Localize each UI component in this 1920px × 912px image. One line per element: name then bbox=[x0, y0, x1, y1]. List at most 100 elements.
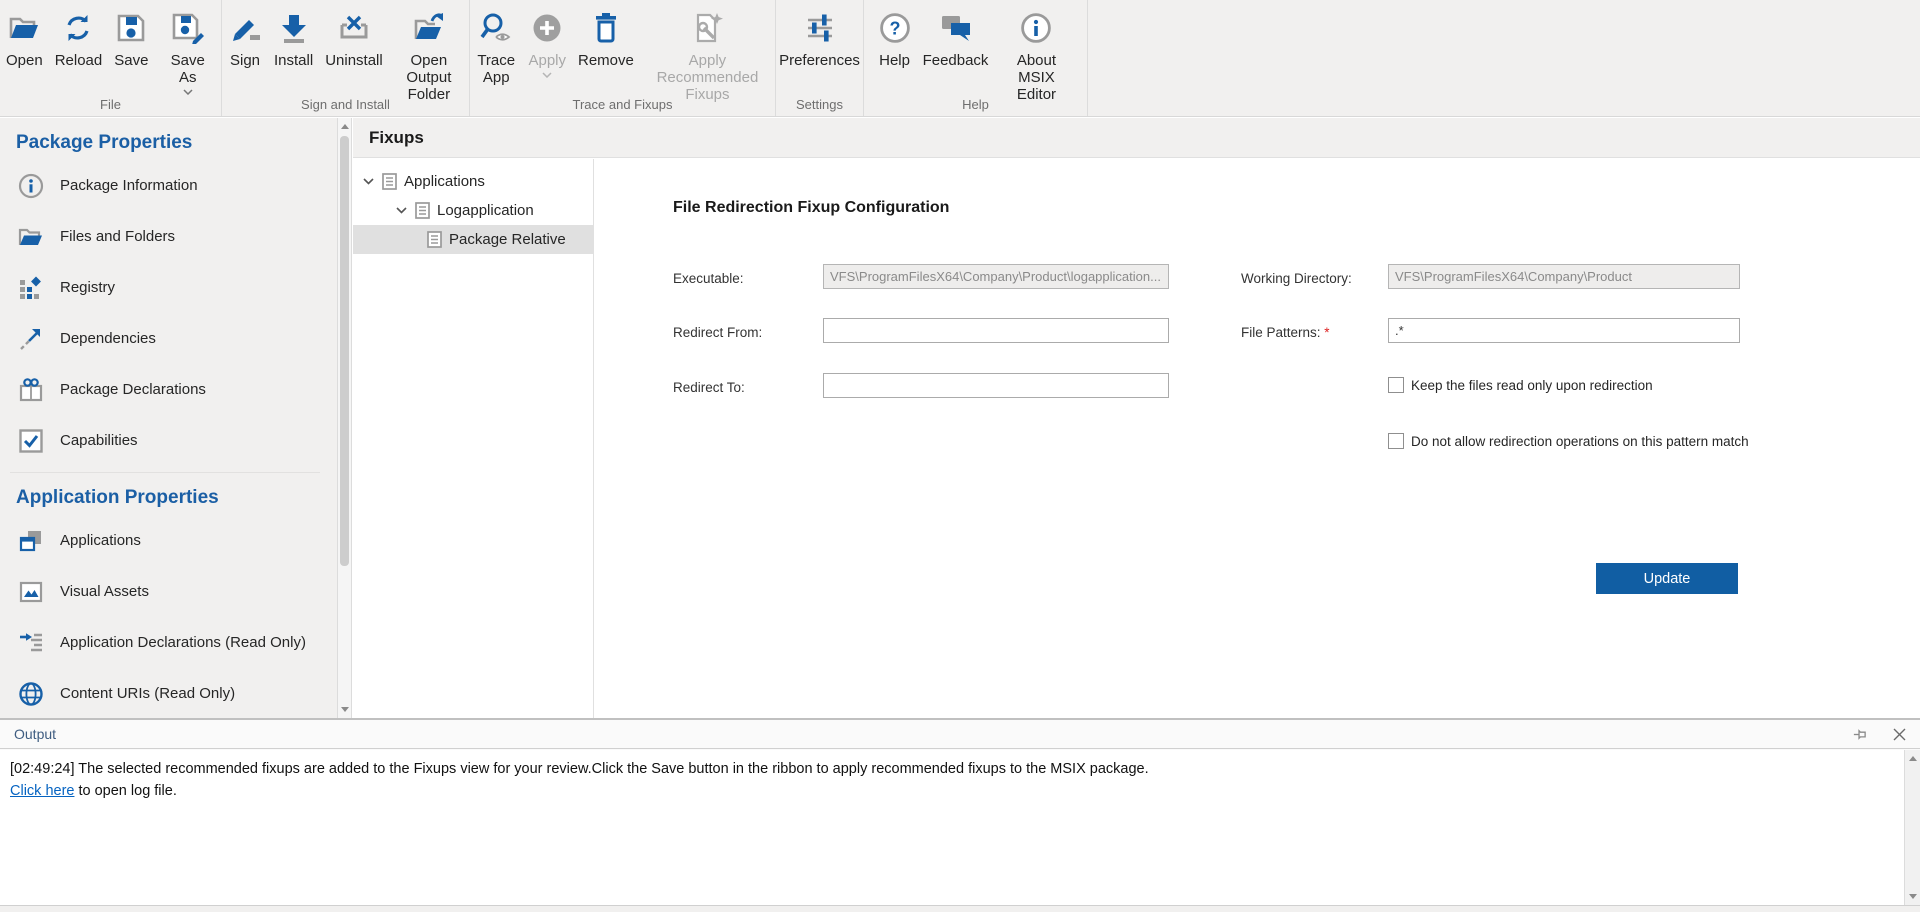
sign-icon bbox=[228, 9, 262, 47]
sign-button[interactable]: Sign bbox=[222, 5, 268, 69]
sidebar-item-files-and-folders[interactable]: Files and Folders bbox=[0, 211, 337, 262]
ribbon-group-file: Open Reload Save Save As bbox=[0, 0, 222, 116]
apply-recommended-fixups-button[interactable]: Apply Recommended Fixups bbox=[640, 5, 775, 103]
scroll-down-arrow-icon[interactable] bbox=[1909, 894, 1917, 899]
redirect-to-input[interactable] bbox=[823, 373, 1169, 398]
update-button[interactable]: Update bbox=[1596, 563, 1738, 594]
sidebar-item-label: Files and Folders bbox=[60, 228, 175, 245]
no-redirect-checkbox-row: Do not allow redirection operations on t… bbox=[1388, 433, 1749, 449]
visual-assets-icon bbox=[18, 579, 44, 605]
sidebar-scrollbar[interactable] bbox=[337, 118, 352, 718]
button-label: Install bbox=[274, 52, 313, 69]
document-icon bbox=[382, 173, 397, 190]
save-as-button[interactable]: Save As bbox=[154, 5, 221, 95]
document-icon bbox=[427, 231, 442, 248]
chevron-down-icon[interactable] bbox=[394, 207, 408, 214]
pin-icon[interactable] bbox=[1852, 727, 1867, 742]
tree-item-label: Package Relative bbox=[449, 231, 566, 248]
output-panel: Output [02:49:24] The selected recommend… bbox=[0, 718, 1920, 905]
preferences-button[interactable]: Preferences bbox=[773, 5, 866, 69]
keep-read-only-checkbox-row: Keep the files read only upon redirectio… bbox=[1388, 377, 1653, 393]
log-line: [02:49:24] The selected recommended fixu… bbox=[10, 758, 1894, 780]
sidebar-item-capabilities[interactable]: Capabilities bbox=[0, 415, 337, 466]
output-scrollbar[interactable] bbox=[1904, 750, 1920, 905]
button-label: Apply bbox=[528, 52, 566, 69]
tree-item-label: Logapplication bbox=[437, 202, 534, 219]
sidebar-item-visual-assets[interactable]: Visual Assets bbox=[0, 566, 337, 617]
trace-app-icon bbox=[479, 9, 513, 47]
sidebar-item-package-declarations[interactable]: Package Declarations bbox=[0, 364, 337, 415]
install-button[interactable]: Install bbox=[268, 5, 319, 69]
trace-app-button[interactable]: Trace App bbox=[470, 5, 522, 86]
tree-item-applications[interactable]: Applications bbox=[353, 167, 593, 196]
page-title: Fixups bbox=[369, 128, 424, 148]
sidebar-item-applications[interactable]: Applications bbox=[0, 515, 337, 566]
remove-button[interactable]: Remove bbox=[572, 5, 640, 69]
executable-input[interactable] bbox=[823, 264, 1169, 289]
working-directory-label: Working Directory: bbox=[1241, 271, 1352, 286]
sidebar-item-registry[interactable]: Registry bbox=[0, 262, 337, 313]
svg-text:?: ? bbox=[889, 19, 900, 39]
close-icon[interactable] bbox=[1893, 728, 1906, 741]
scroll-up-arrow-icon[interactable] bbox=[341, 124, 349, 129]
button-label: Sign bbox=[230, 52, 260, 69]
keep-read-only-checkbox[interactable] bbox=[1388, 377, 1404, 393]
button-label: Open Output Folder bbox=[395, 52, 463, 103]
feedback-button[interactable]: Feedback bbox=[917, 5, 995, 69]
registry-icon bbox=[18, 275, 44, 301]
application-declarations-icon bbox=[18, 630, 44, 656]
reload-button[interactable]: Reload bbox=[49, 5, 109, 69]
ribbon-group-settings: Preferences Settings bbox=[776, 0, 864, 116]
working-directory-input[interactable] bbox=[1388, 264, 1740, 289]
file-patterns-input[interactable] bbox=[1388, 318, 1740, 343]
scroll-down-arrow-icon[interactable] bbox=[341, 707, 349, 712]
ribbon-group-help: ? Help Feedback About MSIX Editor Help bbox=[864, 0, 1088, 116]
scroll-up-arrow-icon[interactable] bbox=[1909, 756, 1917, 761]
config-heading: File Redirection Fixup Configuration bbox=[673, 199, 949, 217]
executable-label: Executable: bbox=[673, 271, 744, 286]
ribbon-group-trace-fixups: Trace App Apply Remove bbox=[470, 0, 776, 116]
tree-item-package-relative[interactable]: Package Relative bbox=[353, 225, 593, 254]
ribbon-group-label: Trace and Fixups bbox=[470, 97, 775, 112]
sidebar-item-content-uris[interactable]: Content URIs (Read Only) bbox=[0, 668, 337, 718]
tree-item-logapplication[interactable]: Logapplication bbox=[353, 196, 593, 225]
chevron-down-icon bbox=[183, 89, 193, 95]
section-heading-application-properties: Application Properties bbox=[0, 473, 337, 515]
sidebar-item-label: Registry bbox=[60, 279, 115, 296]
status-strip bbox=[0, 905, 1920, 912]
open-output-folder-button[interactable]: Open Output Folder bbox=[389, 5, 469, 103]
open-log-link[interactable]: Click here bbox=[10, 783, 74, 799]
button-label: Help bbox=[879, 52, 910, 69]
button-label: Apply Recommended Fixups bbox=[646, 52, 769, 103]
about-msix-editor-button[interactable]: About MSIX Editor bbox=[994, 5, 1078, 103]
redirect-to-label: Redirect To: bbox=[673, 380, 745, 395]
sidebar-item-package-information[interactable]: Package Information bbox=[0, 160, 337, 211]
tree-item-label: Applications bbox=[404, 173, 485, 190]
sidebar-item-dependencies[interactable]: Dependencies bbox=[0, 313, 337, 364]
package-information-icon bbox=[18, 173, 44, 199]
capabilities-icon bbox=[18, 428, 44, 454]
file-patterns-label: File Patterns: * bbox=[1241, 325, 1330, 340]
no-redirect-checkbox[interactable] bbox=[1388, 433, 1404, 449]
uninstall-button[interactable]: Uninstall bbox=[319, 5, 389, 69]
fixups-header-bar: Fixups bbox=[353, 118, 1920, 158]
remove-icon bbox=[590, 9, 622, 47]
ribbon-group-label: Settings bbox=[776, 97, 863, 112]
uninstall-icon bbox=[338, 9, 370, 47]
sidebar-item-label: Dependencies bbox=[60, 330, 156, 347]
fixups-tree: Applications Logapplication Package Rela… bbox=[353, 159, 594, 718]
button-label: Remove bbox=[578, 52, 634, 69]
chevron-down-icon[interactable] bbox=[361, 178, 375, 185]
sidebar-item-application-declarations[interactable]: Application Declarations (Read Only) bbox=[0, 617, 337, 668]
redirect-from-input[interactable] bbox=[823, 318, 1169, 343]
reload-icon bbox=[62, 9, 94, 47]
open-button[interactable]: Open bbox=[0, 5, 49, 69]
save-button[interactable]: Save bbox=[108, 5, 154, 69]
button-label: Reload bbox=[55, 52, 103, 69]
scrollbar-thumb[interactable] bbox=[340, 136, 349, 566]
sidebar-item-label: Package Information bbox=[60, 177, 198, 194]
help-button[interactable]: ? Help bbox=[873, 5, 917, 69]
apply-icon bbox=[531, 9, 563, 47]
output-header: Output bbox=[0, 720, 1920, 749]
apply-button[interactable]: Apply bbox=[522, 5, 572, 78]
